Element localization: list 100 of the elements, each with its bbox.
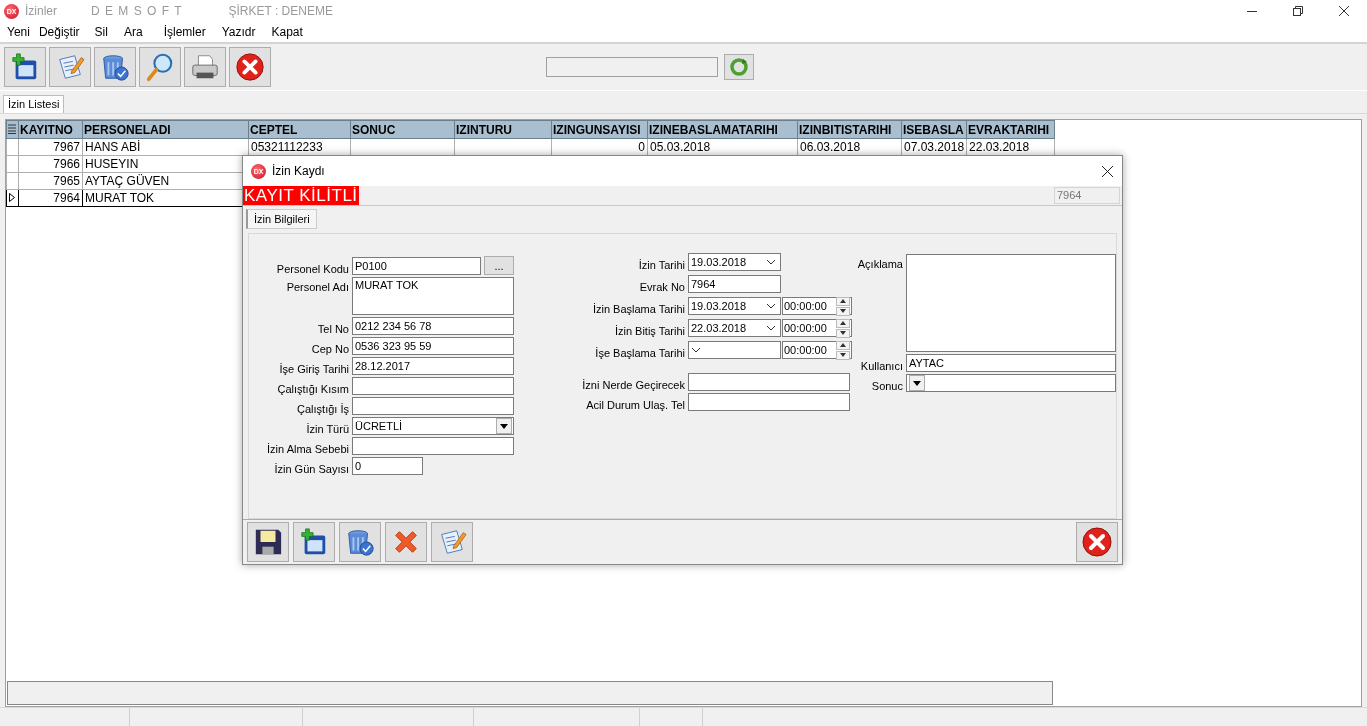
- minimize-icon: [1247, 10, 1257, 12]
- caret-down-icon: [840, 331, 846, 335]
- text-field[interactable]: 28.12.2017: [352, 357, 514, 375]
- menu-item[interactable]: Yeni: [7, 25, 30, 39]
- edit-button[interactable]: [431, 521, 473, 562]
- browse-button[interactable]: ...: [484, 256, 514, 275]
- menu-item[interactable]: Kapat: [271, 25, 303, 39]
- trash-icon: [100, 52, 130, 82]
- column-header[interactable]: ISEBASLA: [901, 120, 967, 139]
- print-button[interactable]: [184, 47, 226, 87]
- caret-down-icon: [840, 309, 846, 313]
- close-icon: [1339, 6, 1349, 16]
- spin-buttons[interactable]: [836, 296, 850, 316]
- column-header[interactable]: IZINBITISTARIHI: [797, 120, 902, 139]
- column-header[interactable]: PERSONELADI: [82, 120, 249, 139]
- delete-button[interactable]: [94, 47, 136, 87]
- caret-down-icon: [500, 423, 508, 429]
- row-pointer-icon: [9, 193, 15, 202]
- text-field[interactable]: 0212 234 56 78: [352, 317, 514, 335]
- edit-button[interactable]: [49, 47, 91, 87]
- field-value: 28.12.2017: [355, 360, 411, 372]
- dialog-title: İzin Kaydı: [272, 164, 325, 178]
- record-number-field: 7964: [1054, 187, 1120, 204]
- close-icon: [1101, 165, 1113, 177]
- field-label: İzin Alma Sebebi: [266, 443, 349, 455]
- date-picker[interactable]: 22.03.2018: [688, 319, 781, 337]
- time-value: 00:00:00: [784, 322, 827, 334]
- text-field[interactable]: [688, 373, 850, 391]
- text-field[interactable]: 0536 323 95 59: [352, 337, 514, 355]
- new-button[interactable]: [4, 47, 46, 87]
- column-header[interactable]: IZINTURU: [454, 120, 552, 139]
- caret-up-icon: [840, 343, 846, 347]
- field-value: 7964: [691, 278, 716, 290]
- text-field[interactable]: [688, 393, 850, 411]
- search-icon: [145, 52, 175, 82]
- field-label: İzin Türü: [305, 423, 349, 435]
- column-header[interactable]: IZINGUNSAYISI: [551, 120, 648, 139]
- field-value: 22.03.2018: [691, 322, 747, 334]
- close-button[interactable]: [229, 47, 271, 87]
- field-label: Açıklama: [856, 257, 903, 270]
- close-icon: [1081, 525, 1113, 558]
- text-field[interactable]: P0100: [352, 256, 481, 275]
- field-label: İzin Başlama Tarihi: [591, 303, 685, 315]
- date-picker[interactable]: 19.03.2018: [688, 253, 781, 271]
- grid-menu-icon: [8, 123, 16, 134]
- column-header[interactable]: CEPTEL: [248, 120, 351, 139]
- search-field[interactable]: [546, 57, 718, 77]
- table-cell: 7965: [18, 172, 83, 190]
- tab[interactable]: İzin Bilgileri: [246, 209, 317, 229]
- text-field[interactable]: [352, 397, 514, 415]
- time-field[interactable]: 00:00:00: [782, 297, 852, 315]
- column-header[interactable]: SONUC: [350, 120, 455, 139]
- field-value: ÜCRETLİ: [355, 420, 403, 432]
- field-label: İzin Tarihi: [637, 259, 685, 271]
- field-value: 0212 234 56 78: [355, 320, 432, 332]
- window-title: İzinler: [25, 4, 57, 18]
- menu-item[interactable]: Ara: [123, 25, 143, 39]
- menu-item[interactable]: Yazıdr: [221, 25, 256, 39]
- delete-button[interactable]: [339, 521, 381, 562]
- date-picker[interactable]: [688, 341, 781, 359]
- field-label: İzni Nerde Geçirecek: [581, 379, 685, 391]
- close-button[interactable]: [1076, 521, 1118, 562]
- number-field[interactable]: 0: [352, 457, 423, 475]
- table-cell: HANS ABİ: [82, 138, 249, 156]
- column-header[interactable]: IZINEBASLAMATARIHI: [647, 120, 798, 139]
- field-value: 19.03.2018: [691, 300, 747, 312]
- memo-field[interactable]: MURAT TOK: [352, 277, 514, 315]
- field-label: Sonuc: [870, 380, 903, 392]
- table-cell: 7966: [18, 155, 83, 173]
- save-button[interactable]: [247, 521, 289, 562]
- memo-field[interactable]: [906, 254, 1116, 352]
- field-value: 0: [355, 460, 362, 472]
- time-value: 00:00:00: [784, 344, 827, 356]
- combo-box[interactable]: ÜCRETLİ: [352, 417, 514, 435]
- field-label: Çalıştığı Kısım: [276, 383, 349, 395]
- spin-buttons[interactable]: [836, 318, 850, 338]
- menu-item[interactable]: Değiştir: [38, 25, 80, 39]
- tab[interactable]: İzin Listesi: [3, 95, 65, 113]
- field-label: Çalıştığı İş: [296, 403, 349, 415]
- chevron-down-icon: [766, 325, 776, 331]
- time-field[interactable]: 00:00:00: [782, 341, 852, 359]
- combo-box[interactable]: [906, 374, 1116, 392]
- text-field[interactable]: 7964: [688, 275, 781, 293]
- text-field[interactable]: [352, 437, 514, 455]
- field-label: İşe Giriş Tarihi: [278, 363, 349, 375]
- text-field[interactable]: [352, 377, 514, 395]
- text-field[interactable]: AYTAC: [906, 354, 1116, 372]
- spin-buttons[interactable]: [836, 340, 850, 360]
- column-header[interactable]: EVRAKTARIHI: [966, 120, 1055, 139]
- field-value: P0100: [355, 259, 387, 272]
- menu-item[interactable]: Sil: [94, 25, 108, 39]
- menu-item[interactable]: İşlemler: [163, 25, 206, 39]
- cancel-button[interactable]: [385, 521, 427, 562]
- search-button[interactable]: [139, 47, 181, 87]
- column-header[interactable]: KAYITNO: [18, 120, 83, 139]
- time-field[interactable]: 00:00:00: [782, 319, 852, 337]
- refresh-button[interactable]: [724, 54, 754, 80]
- date-picker[interactable]: 19.03.2018: [688, 297, 781, 315]
- chevron-down-icon: [766, 259, 776, 265]
- new-button[interactable]: [293, 521, 335, 562]
